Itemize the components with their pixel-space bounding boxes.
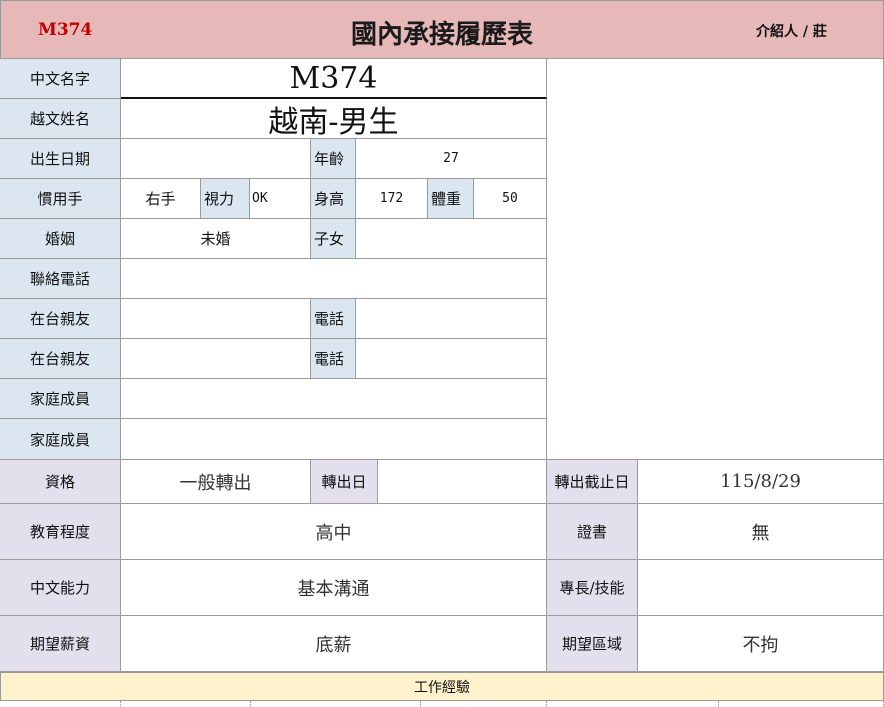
- table-row-partial: [547, 701, 719, 707]
- value-qualification[interactable]: 一般轉出: [121, 460, 311, 504]
- label-deadline: 轉出截止日: [547, 460, 638, 504]
- value-certificate[interactable]: 無: [638, 504, 884, 560]
- value-salary[interactable]: 底薪: [121, 616, 547, 672]
- table-row-partial: [121, 701, 251, 707]
- label-children: 子女: [311, 219, 356, 259]
- value-weight[interactable]: 50: [474, 179, 547, 219]
- label-marriage: 婚姻: [0, 219, 121, 259]
- label-education: 教育程度: [0, 504, 121, 560]
- label-qualification: 資格: [0, 460, 121, 504]
- label-skills: 專長/技能: [547, 560, 638, 616]
- label-phone: 聯絡電話: [0, 259, 121, 299]
- value-viet-name[interactable]: 越南-男生: [121, 99, 547, 139]
- value-children[interactable]: [356, 219, 547, 259]
- label-family-1: 家庭成員: [0, 379, 121, 419]
- label-family-2: 家庭成員: [0, 419, 121, 460]
- table-row-partial: [0, 701, 121, 707]
- value-region[interactable]: 不拘: [638, 616, 884, 672]
- label-weight: 體重: [428, 179, 474, 219]
- photo-area: [547, 59, 884, 460]
- label-certificate: 證書: [547, 504, 638, 560]
- value-height[interactable]: 172: [356, 179, 428, 219]
- value-chinese-ability[interactable]: 基本溝通: [121, 560, 547, 616]
- label-viet-name: 越文姓名: [0, 99, 121, 139]
- value-handedness[interactable]: 右手: [121, 179, 201, 219]
- table-row-partial: [421, 701, 547, 707]
- value-family-2[interactable]: [121, 419, 547, 460]
- value-family-1[interactable]: [121, 379, 547, 419]
- label-transfer-date: 轉出日: [311, 460, 378, 504]
- table-row-partial: [719, 701, 884, 707]
- label-chinese-ability: 中文能力: [0, 560, 121, 616]
- value-vision[interactable]: OK: [250, 179, 311, 219]
- value-skills[interactable]: [638, 560, 884, 616]
- label-region: 期望區域: [547, 616, 638, 672]
- label-chinese-name: 中文名字: [0, 59, 121, 99]
- label-relative-2: 在台親友: [0, 339, 121, 379]
- table-row-partial: [251, 701, 421, 707]
- label-age: 年齡: [311, 139, 356, 179]
- label-birth-date: 出生日期: [0, 139, 121, 179]
- value-phone[interactable]: [121, 259, 547, 299]
- value-relative-2[interactable]: [121, 339, 311, 379]
- label-vision: 視力: [201, 179, 250, 219]
- value-deadline[interactable]: 115/8/29: [638, 460, 884, 504]
- value-transfer-date[interactable]: [378, 460, 547, 504]
- introducer-label: 介紹人 / 莊: [756, 24, 827, 40]
- value-age[interactable]: 27: [356, 139, 547, 179]
- value-birth-date[interactable]: [121, 139, 311, 179]
- label-handedness: 慣用手: [0, 179, 121, 219]
- value-relative-1[interactable]: [121, 299, 311, 339]
- value-chinese-name[interactable]: M374: [121, 59, 547, 99]
- page-title: 國內承接履歷表: [350, 20, 533, 50]
- label-relative-phone-2: 電話: [311, 339, 356, 379]
- label-salary: 期望薪資: [0, 616, 121, 672]
- work-experience-header: 工作經驗: [0, 672, 884, 701]
- value-relative-phone-2[interactable]: [356, 339, 547, 379]
- label-relative-phone-1: 電話: [311, 299, 356, 339]
- value-relative-phone-1[interactable]: [356, 299, 547, 339]
- value-marriage[interactable]: 未婚: [121, 219, 311, 259]
- label-relative-1: 在台親友: [0, 299, 121, 339]
- label-height: 身高: [311, 179, 356, 219]
- value-education[interactable]: 高中: [121, 504, 547, 560]
